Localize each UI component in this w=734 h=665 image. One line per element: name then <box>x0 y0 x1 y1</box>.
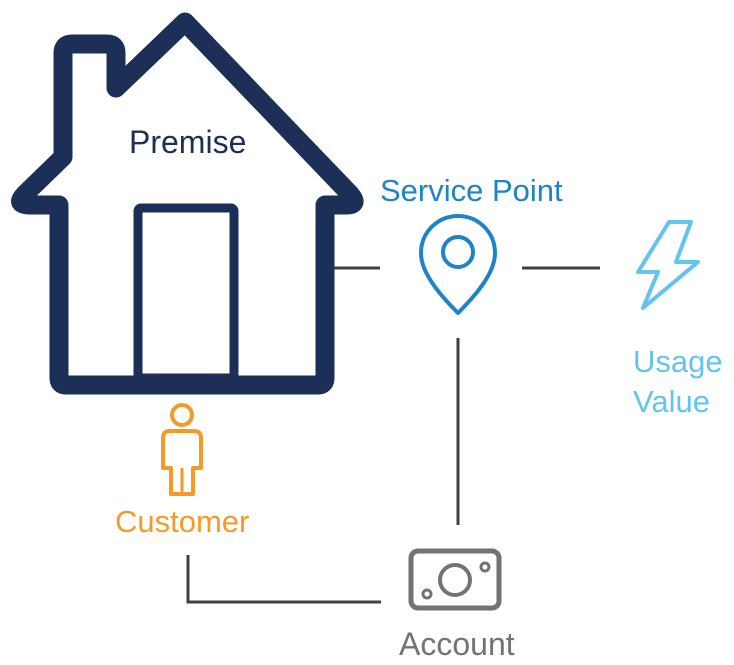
account-label: Account <box>399 626 515 662</box>
connector-customer-account <box>186 555 381 604</box>
customer-label: Customer <box>115 504 250 539</box>
money-bill-icon <box>408 548 502 611</box>
entity-diagram: Premise Service Point Usage Value Custom… <box>0 0 734 665</box>
lightning-bolt-icon <box>636 220 700 310</box>
usage-value-line-2: Value <box>633 384 710 419</box>
person-icon <box>161 403 203 496</box>
house-icon <box>11 12 364 395</box>
service-point-label: Service Point <box>380 173 563 208</box>
usage-value-line-1: Usage <box>633 344 723 379</box>
diagram-canvas <box>11 12 700 611</box>
map-pin-icon <box>419 214 497 315</box>
premise-label: Premise <box>129 124 247 160</box>
usage-value-label: Usage Value <box>633 342 723 422</box>
